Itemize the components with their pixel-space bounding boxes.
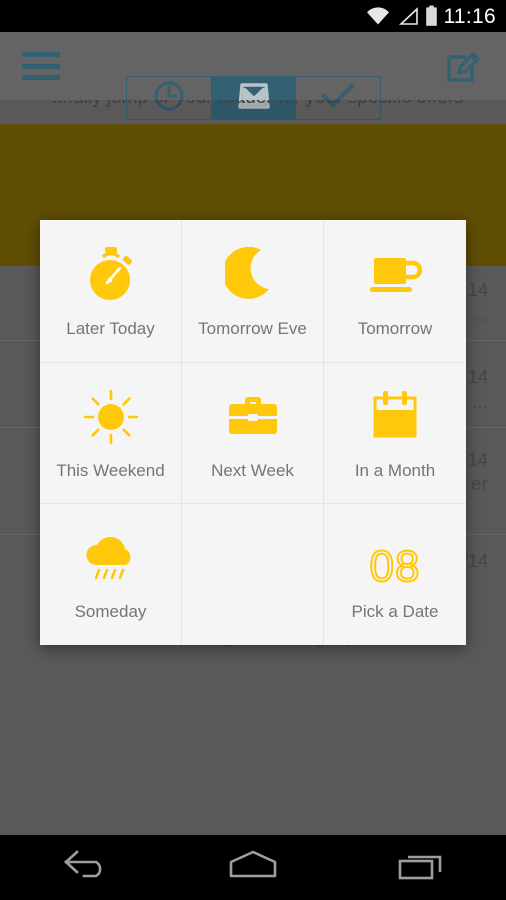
- snooze-option-tomorrow[interactable]: Tomorrow: [324, 220, 466, 363]
- snooze-option-someday[interactable]: Someday: [40, 504, 182, 645]
- back-arrow-icon: [56, 848, 112, 887]
- app-toolbar: [0, 32, 506, 100]
- snooze-option-label: Later Today: [66, 319, 155, 339]
- clipped-row-text: ...fully jump or your reader for your sp…: [0, 100, 506, 124]
- stopwatch-icon: [83, 244, 139, 306]
- snooze-option-label: This Weekend: [56, 461, 164, 481]
- day-number-icon: 08: [370, 527, 421, 589]
- snooze-option-label: Tomorrow Eve: [198, 319, 307, 339]
- snooze-options-popup: Later Today Tomorrow Eve Tomorrow: [40, 220, 466, 645]
- compose-icon[interactable]: [442, 45, 484, 87]
- briefcase-icon: [223, 386, 283, 448]
- snooze-option-pick-a-date[interactable]: 08 Pick a Date: [324, 504, 466, 645]
- sun-icon: [79, 386, 143, 448]
- snooze-option-next-week[interactable]: Next Week: [182, 363, 324, 504]
- snooze-option-label: In a Month: [355, 461, 435, 481]
- snooze-option-this-weekend[interactable]: This Weekend: [40, 363, 182, 504]
- rain-cloud-icon: [80, 527, 142, 589]
- battery-icon: [425, 5, 438, 27]
- snooze-option-label: Someday: [75, 602, 147, 622]
- calendar-icon: [367, 386, 423, 448]
- cell-signal-icon: [397, 6, 419, 26]
- hamburger-menu-icon[interactable]: [22, 52, 60, 80]
- recents-button[interactable]: [382, 845, 462, 890]
- moon-icon: [225, 244, 281, 306]
- snooze-option-in-a-month[interactable]: In a Month: [324, 363, 466, 504]
- snooze-option-empty: [182, 504, 324, 645]
- back-button[interactable]: [44, 845, 124, 890]
- snooze-option-label: Tomorrow: [358, 319, 433, 339]
- home-button[interactable]: [213, 845, 293, 890]
- snooze-option-later-today[interactable]: Later Today: [40, 220, 182, 363]
- snooze-option-label: Next Week: [211, 461, 294, 481]
- day-number: 08: [370, 545, 421, 589]
- android-nav-bar: [0, 835, 506, 900]
- home-icon: [223, 848, 283, 887]
- snooze-option-tomorrow-eve[interactable]: Tomorrow Eve: [182, 220, 324, 363]
- snooze-option-label: Pick a Date: [352, 602, 439, 622]
- mail-date: 14: [468, 450, 488, 471]
- phone-screen: 11:16: [0, 0, 506, 900]
- wifi-icon: [365, 6, 391, 26]
- status-clock: 11:16: [444, 6, 497, 27]
- recents-icon: [394, 848, 450, 887]
- coffee-cup-icon: [364, 244, 426, 306]
- status-bar: 11:16: [0, 0, 506, 32]
- mail-date: 14: [468, 367, 488, 388]
- mail-date: 14: [468, 280, 488, 301]
